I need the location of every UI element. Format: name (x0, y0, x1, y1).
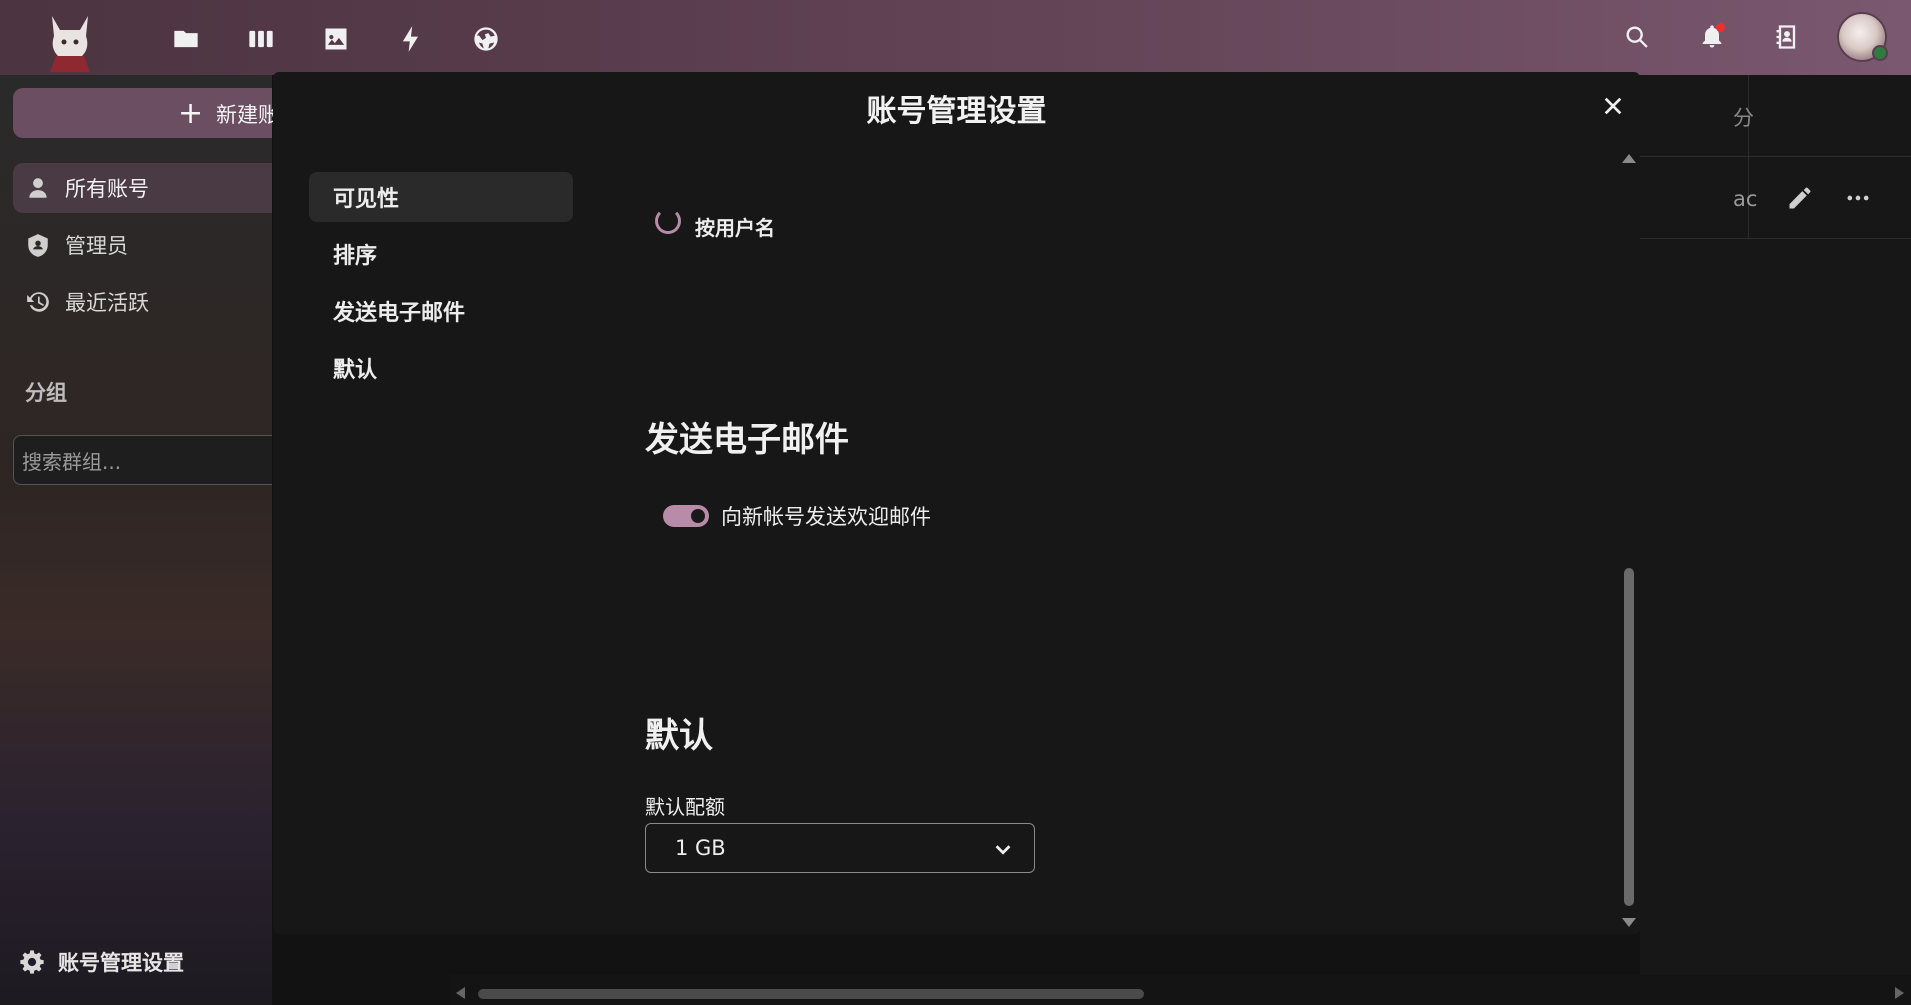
groups-heading: 分组 (25, 381, 67, 405)
settings-nav-visibility[interactable]: 可见性 (309, 172, 573, 222)
settings-content: 按用户名 发送电子邮件 向新帐号发送欢迎邮件 默认 默认配额 1 GB (645, 132, 1605, 932)
history-icon (27, 292, 49, 312)
quota-value: 1 GB (675, 836, 726, 860)
settings-nav-sorting[interactable]: 排序 (309, 229, 573, 279)
scroll-right-arrow[interactable] (1895, 987, 1904, 999)
notification-dot (1716, 23, 1725, 32)
horizontal-scrollbar-thumb[interactable] (478, 989, 1144, 999)
welcome-email-label: 向新帐号发送欢迎邮件 (721, 505, 931, 529)
top-header-bar (0, 0, 1911, 75)
default-quota-select[interactable]: 1 GB (645, 823, 1035, 873)
email-section-heading: 发送电子邮件 (645, 420, 849, 460)
account-list-header (1640, 75, 1911, 157)
gear-icon (20, 950, 44, 974)
sort-option-label: 按用户名 (695, 216, 775, 240)
radio-button-icon[interactable] (655, 207, 681, 234)
welcome-email-setting[interactable]: 向新帐号发送欢迎邮件 (663, 501, 931, 531)
close-button[interactable] (1593, 86, 1633, 126)
online-status-icon (1872, 45, 1888, 61)
settings-nav: 可见性 排序 发送电子邮件 默认 (309, 172, 573, 400)
left-sidebar: + 新建账 所有账号 管理员 最近活跃 分组 搜索群组... 账号管理设置 (0, 75, 279, 1005)
column-divider (1748, 75, 1749, 239)
globe-icon[interactable] (465, 18, 507, 60)
user-avatar[interactable] (1837, 12, 1888, 62)
dashboard-icon[interactable] (240, 18, 282, 60)
sidebar-item-admins[interactable]: 管理员 (13, 220, 272, 270)
vertical-scrollbar-thumb[interactable] (1624, 568, 1634, 906)
activity-icon[interactable] (390, 18, 432, 60)
column-header-text: 分 (1733, 106, 1754, 130)
edit-icon[interactable] (1786, 184, 1814, 212)
scroll-left-arrow[interactable] (456, 987, 465, 999)
group-search-input[interactable]: 搜索群组... (13, 435, 272, 485)
scroll-down-arrow[interactable] (1622, 918, 1636, 927)
notifications-icon[interactable] (1687, 12, 1737, 62)
settings-nav-defaults[interactable]: 默认 (309, 343, 573, 393)
new-account-button[interactable]: + 新建账 (13, 88, 279, 138)
quota-label: 默认配额 (645, 795, 725, 819)
plus-icon: + (178, 96, 204, 131)
settings-nav-email[interactable]: 发送电子邮件 (309, 286, 573, 336)
row-cell-text: ac (1733, 187, 1758, 211)
app-logo[interactable] (38, 8, 102, 72)
search-icon[interactable] (1612, 12, 1662, 62)
sort-by-username-option[interactable]: 按用户名 (655, 207, 775, 241)
sidebar-item-label: 最近活跃 (65, 291, 149, 315)
close-icon (1604, 97, 1622, 115)
avatar[interactable] (1837, 12, 1888, 62)
scroll-up-arrow[interactable] (1622, 154, 1636, 163)
sidebar-item-all-accounts[interactable]: 所有账号 (13, 163, 272, 213)
chevron-down-icon (995, 845, 1011, 855)
photos-icon[interactable] (315, 18, 357, 60)
more-options-icon[interactable] (1844, 184, 1876, 212)
account-settings-button[interactable]: 账号管理设置 (18, 947, 184, 977)
sidebar-item-label: 所有账号 (65, 177, 149, 201)
defaults-section-heading: 默认 (645, 716, 713, 756)
account-settings-label: 账号管理设置 (58, 951, 184, 975)
welcome-email-toggle[interactable] (663, 505, 709, 527)
user-icon (29, 178, 47, 198)
files-icon[interactable] (165, 18, 207, 60)
sidebar-item-label: 管理员 (65, 234, 128, 258)
sidebar-item-recent-active[interactable]: 最近活跃 (13, 277, 272, 327)
shield-icon (28, 234, 48, 257)
contacts-icon[interactable] (1762, 12, 1812, 62)
account-settings-dialog: 账号管理设置 可见性 排序 发送电子邮件 默认 按用户名 发送电子邮件 向新帐号… (273, 72, 1640, 934)
dialog-title: 账号管理设置 (866, 94, 1047, 129)
